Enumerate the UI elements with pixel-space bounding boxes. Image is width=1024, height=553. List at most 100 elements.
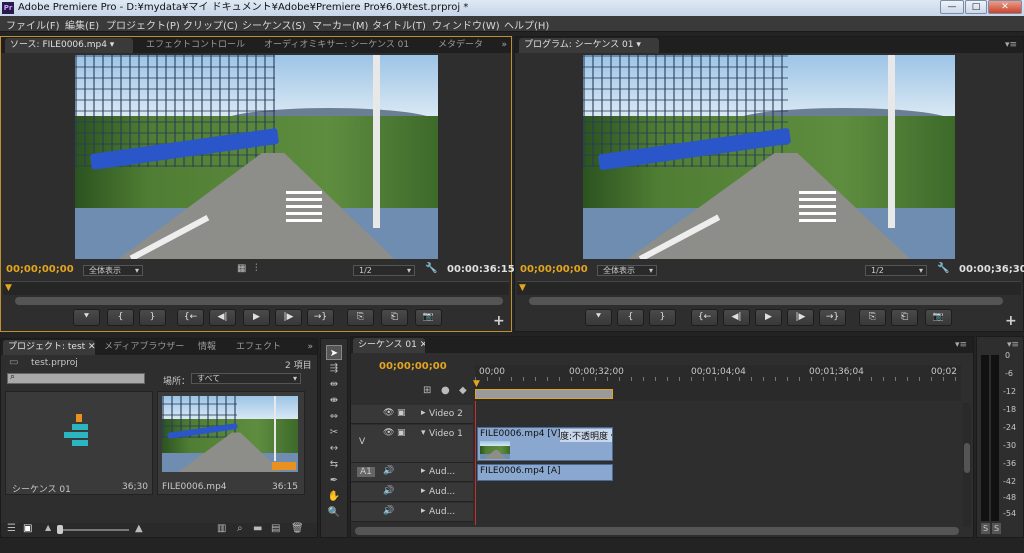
mark-in-button[interactable]: {	[617, 309, 644, 326]
trash-icon[interactable]: 🗑	[291, 523, 304, 534]
snap-icon[interactable]: ⊞	[423, 385, 431, 396]
menu-title[interactable]: タイトル(T)	[372, 17, 426, 32]
lock-icon[interactable]: ▣	[397, 408, 406, 418]
tab-project[interactable]: プロジェクト: test ✕	[3, 340, 95, 355]
source-time-ruler[interactable]: ▼	[3, 281, 509, 295]
panel-menu-icon[interactable]: »	[307, 342, 313, 352]
work-area-bar[interactable]	[475, 389, 613, 399]
playhead-icon[interactable]: ▼	[473, 379, 480, 389]
program-current-timecode[interactable]: 00;00;00;00	[520, 264, 588, 275]
icon-view-icon[interactable]: ▣	[23, 523, 32, 534]
razor-tool-icon[interactable]: ✂	[326, 425, 342, 440]
go-to-in-button[interactable]: {←	[177, 309, 204, 326]
eye-icon[interactable]: 👁	[383, 428, 394, 438]
button-editor-button[interactable]: +	[1005, 313, 1017, 329]
zoom-tool-icon[interactable]: 🔍	[326, 505, 342, 520]
set-marker-icon[interactable]: ◆	[459, 385, 467, 396]
tab-metadata[interactable]: メタデータ	[433, 38, 497, 53]
step-forward-button[interactable]: |▶	[787, 309, 814, 326]
list-view-icon[interactable]: ☰	[7, 523, 16, 534]
tab-source[interactable]: ソース: FILE0006.mp4 ▾	[5, 38, 133, 53]
pen-tool-icon[interactable]: ✒	[326, 473, 342, 488]
expand-icon[interactable]: ▸	[421, 506, 426, 516]
ripple-edit-tool-icon[interactable]: ⇹	[326, 377, 342, 392]
program-resolution-select[interactable]: 1/2	[865, 265, 927, 276]
source-current-timecode[interactable]: 00;00;00;00	[6, 264, 74, 275]
menu-project[interactable]: プロジェクト(P)	[106, 17, 180, 32]
marker-icon[interactable]: ●	[441, 385, 450, 396]
track-audio-2[interactable]: 🔊 ▸ Aud...	[351, 483, 473, 502]
video-clip[interactable]: FILE0006.mp4 [V] 度:不透明度 ▾	[477, 427, 613, 461]
timeline-timecode[interactable]: 00;00;00;00	[379, 361, 447, 372]
eye-icon[interactable]: 👁	[383, 408, 394, 418]
menu-marker[interactable]: マーカー(M)	[312, 17, 368, 32]
add-marker-button[interactable]: ⯆	[585, 309, 612, 326]
play-button[interactable]: ▶	[243, 309, 270, 326]
menu-edit[interactable]: 編集(E)	[65, 17, 99, 32]
tab-sequence[interactable]: シーケンス 01 ✕	[353, 338, 425, 353]
tab-audio-mixer[interactable]: オーディオミキサー: シーケンス 01	[259, 38, 429, 53]
project-item-clip[interactable]: FILE0006.mp4 36:15	[157, 391, 305, 495]
new-bin-icon[interactable]: ▬	[253, 523, 262, 534]
export-frame-button[interactable]: 📷	[415, 309, 442, 326]
solo-left-button[interactable]: S	[981, 523, 990, 534]
audio-clip[interactable]: FILE0006.mp4 [A]	[477, 464, 613, 481]
location-select[interactable]: すべて	[191, 373, 301, 384]
mark-in-button[interactable]: {	[107, 309, 134, 326]
selection-tool-icon[interactable]: ➤	[326, 345, 342, 360]
target-a1[interactable]: A1	[357, 467, 375, 477]
automate-icon[interactable]: ▥	[217, 523, 226, 534]
source-zoom-scrollbar[interactable]	[15, 297, 503, 305]
step-forward-button[interactable]: |▶	[275, 309, 302, 326]
source-resolution-select[interactable]: 1/2	[353, 265, 415, 276]
tab-media-browser[interactable]: メディアブラウザー	[99, 340, 189, 355]
program-video-frame[interactable]	[583, 55, 955, 259]
menu-help[interactable]: ヘルプ(H)	[504, 17, 549, 32]
solo-right-button[interactable]: S	[992, 523, 1001, 534]
collapse-icon[interactable]: ▾	[421, 428, 426, 438]
tab-program[interactable]: プログラム: シーケンス 01 ▾	[519, 38, 659, 53]
program-zoom-scrollbar[interactable]	[529, 297, 1003, 305]
program-time-ruler[interactable]: ▼	[517, 281, 1021, 295]
maximize-button[interactable]: □	[965, 0, 987, 14]
step-back-button[interactable]: ◀|	[209, 309, 236, 326]
track-audio-3[interactable]: 🔊 ▸ Aud...	[351, 503, 473, 522]
thumbnail-size-slider[interactable]	[57, 525, 129, 534]
export-frame-button[interactable]: 📷	[925, 309, 952, 326]
zoom-out-icon[interactable]: ▲	[45, 523, 51, 532]
expand-icon[interactable]: ▸	[421, 466, 426, 476]
audio-drag-icon[interactable]: ⫶	[255, 263, 258, 274]
film-drag-icon[interactable]: ▦	[237, 263, 246, 274]
menu-clip[interactable]: クリップ(C)	[183, 17, 238, 32]
insert-button[interactable]: ⎘	[347, 309, 374, 326]
panel-menu-icon[interactable]: ▾≡	[955, 340, 967, 350]
find-icon[interactable]: ⌕	[237, 523, 243, 534]
playhead-icon[interactable]: ▼	[519, 283, 526, 293]
program-zoom-select[interactable]: 全体表示	[597, 265, 657, 276]
speaker-icon[interactable]: 🔊	[383, 506, 394, 516]
rolling-edit-tool-icon[interactable]: ⇼	[326, 393, 342, 408]
slip-tool-icon[interactable]: ↔	[326, 441, 342, 456]
speaker-icon[interactable]: 🔊	[383, 486, 394, 496]
source-video-frame[interactable]	[75, 55, 438, 259]
step-back-button[interactable]: ◀|	[723, 309, 750, 326]
button-editor-button[interactable]: +	[493, 313, 505, 329]
wrench-icon[interactable]: 🔧	[937, 263, 949, 274]
menu-file[interactable]: ファイル(F)	[6, 17, 60, 32]
menu-sequence[interactable]: シーケンス(S)	[242, 17, 306, 32]
project-item-sequence[interactable]: シーケンス 01 36;30	[5, 391, 153, 495]
mark-out-button[interactable]: }	[649, 309, 676, 326]
add-marker-button[interactable]: ⯆	[73, 309, 100, 326]
expand-icon[interactable]: ▸	[421, 408, 426, 418]
target-v[interactable]: V	[359, 437, 365, 447]
overwrite-button[interactable]: ⎗	[381, 309, 408, 326]
source-zoom-select[interactable]: 全体表示	[83, 265, 143, 276]
timeline-horizontal-scrollbar[interactable]	[355, 527, 959, 535]
go-to-in-button[interactable]: {←	[691, 309, 718, 326]
panel-menu-icon[interactable]: ▾≡	[1007, 340, 1019, 350]
track-select-tool-icon[interactable]: ⇶	[326, 361, 342, 376]
zoom-in-icon[interactable]: ▲	[135, 523, 143, 534]
hand-tool-icon[interactable]: ✋	[326, 489, 342, 504]
go-to-out-button[interactable]: →}	[819, 309, 846, 326]
playhead-icon[interactable]: ▼	[5, 283, 12, 293]
